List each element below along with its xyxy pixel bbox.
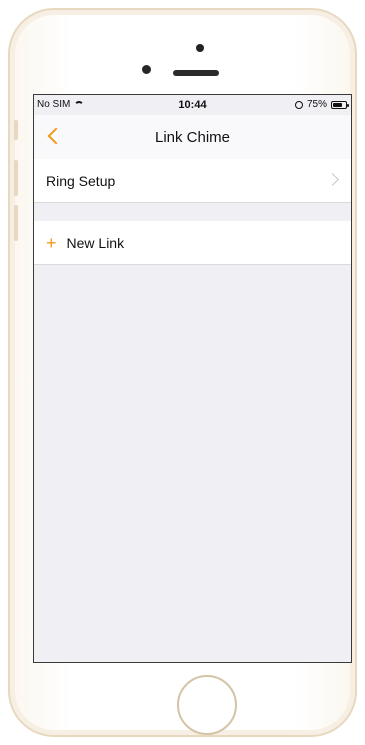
battery-percent: 75% — [306, 99, 327, 110]
page-title: Link Chime — [154, 128, 231, 146]
battery-level — [333, 102, 342, 107]
front-camera — [196, 44, 204, 52]
earpiece-speaker — [173, 70, 219, 76]
volume-up-button — [14, 160, 18, 196]
plus-icon: + — [46, 232, 57, 253]
navigation-bar: Link Chime — [34, 115, 351, 160]
main-content: Ring Setup + New Link — [34, 159, 351, 662]
new-link-button[interactable]: + New Link — [34, 221, 351, 265]
chevron-right-icon — [326, 173, 339, 186]
home-button[interactable] — [177, 675, 237, 735]
battery-area: 75% — [294, 99, 349, 110]
orientation-lock-icon — [294, 100, 303, 109]
status-bar: No SIM 10:44 75% — [34, 95, 351, 115]
volume-down-button — [14, 205, 18, 241]
back-chevron-icon[interactable] — [44, 127, 62, 145]
device-screen: No SIM 10:44 75% Link Chime Ring Setup +… — [33, 94, 352, 663]
ring-setup-row[interactable]: Ring Setup — [34, 159, 351, 203]
proximity-sensor — [142, 65, 151, 74]
battery-icon — [331, 100, 349, 109]
mute-switch — [14, 120, 18, 140]
new-link-label: New Link — [66, 234, 125, 251]
ring-setup-label: Ring Setup — [46, 172, 116, 189]
